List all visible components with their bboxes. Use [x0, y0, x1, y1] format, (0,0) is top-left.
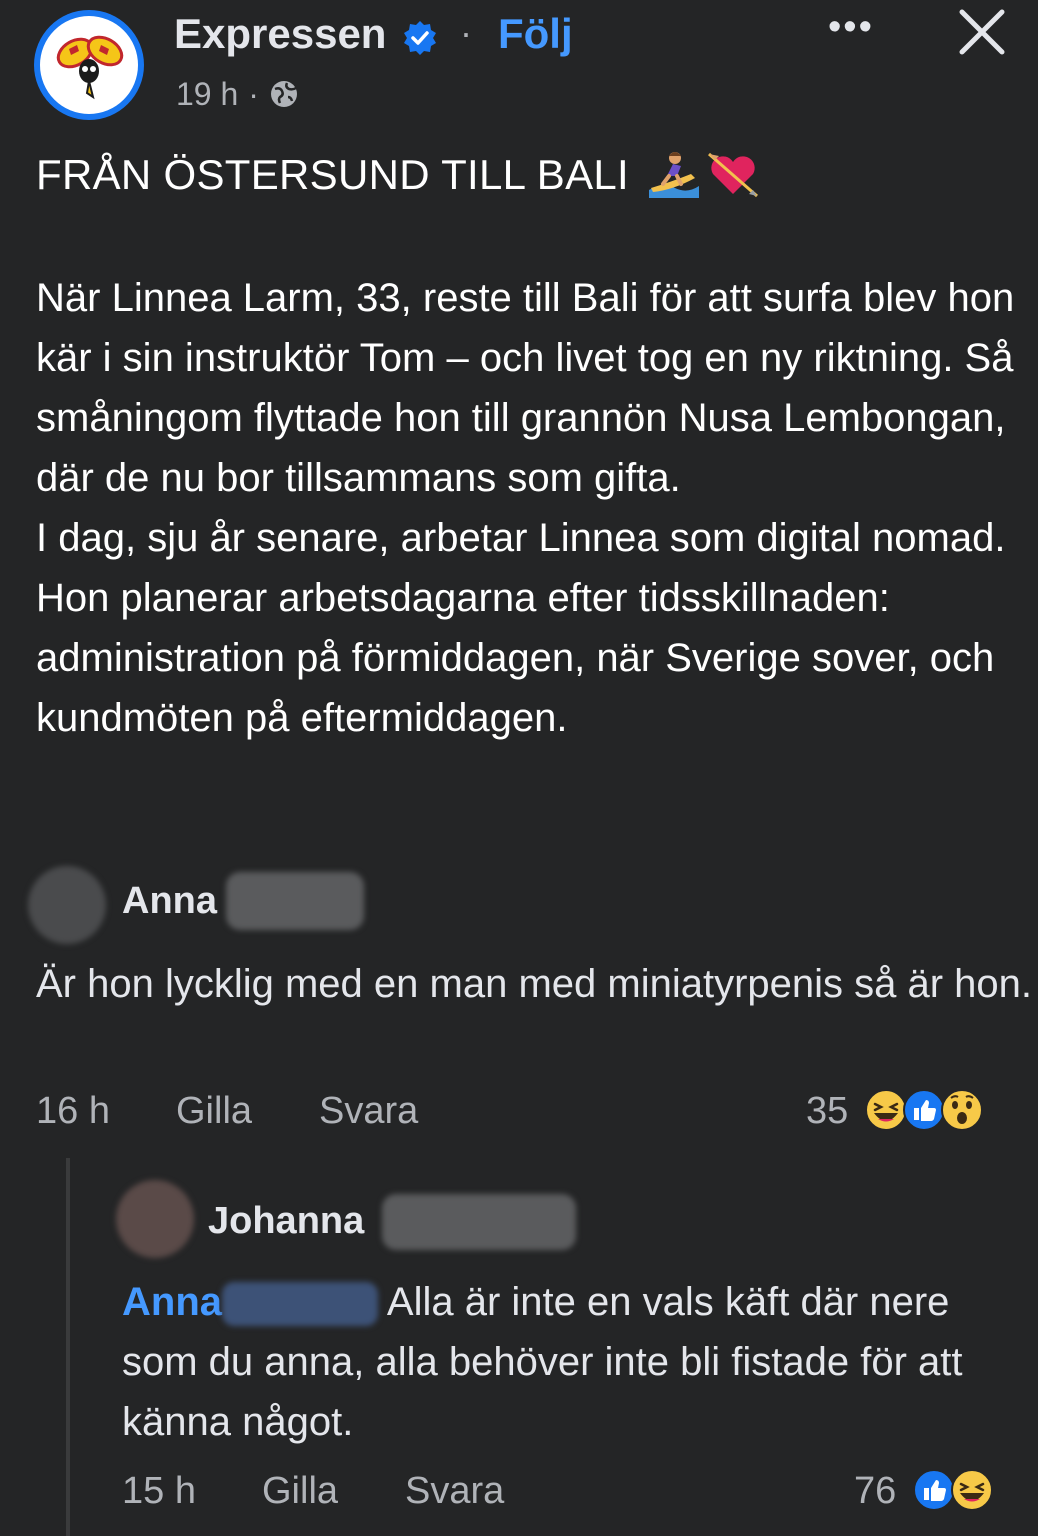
like-button[interactable]: Gilla — [262, 1470, 405, 1513]
redacted-mention-surname — [222, 1282, 378, 1327]
reply-avatar[interactable] — [116, 1180, 194, 1258]
reply-button[interactable]: Svara — [319, 1090, 418, 1133]
wow-reaction-icon — [941, 1089, 983, 1131]
expressen-wasp-logo — [40, 16, 138, 114]
follow-button[interactable]: Följ — [498, 10, 573, 58]
time-separator: · — [248, 75, 259, 112]
reply-actions: 15 h Gilla Svara — [122, 1470, 504, 1513]
post-paragraph-1: När Linnea Larm, 33, reste till Bali för… — [36, 276, 1015, 500]
facebook-post-view: Expressen · Följ ••• 19 h · FRÅN ÖSTERSU… — [0, 0, 1038, 1536]
comment-text: Är hon lycklig med en man med miniatyrpe… — [36, 962, 1033, 1006]
surfer-emoji-icon — [649, 152, 700, 198]
reply-author-name[interactable]: Johanna — [208, 1200, 364, 1243]
reaction-count[interactable]: 35 — [806, 1090, 848, 1133]
verified-badge-icon — [404, 21, 436, 55]
comment-author-name[interactable]: Anna — [122, 880, 217, 923]
post-time[interactable]: 19 h — [176, 76, 238, 113]
redacted-surname — [382, 1194, 576, 1250]
heart-with-arrow-emoji-icon — [708, 152, 759, 198]
post-paragraph-2: I dag, sju år senare, arbetar Linnea som… — [36, 516, 1006, 740]
like-button[interactable]: Gilla — [176, 1090, 319, 1133]
reply-text: Anna Alla är inte en vals käft där nere … — [122, 1272, 1034, 1452]
reply-thread-line — [66, 1158, 70, 1536]
close-icon[interactable] — [956, 6, 1008, 58]
reaction-icons[interactable] — [912, 1468, 994, 1512]
post-headline: FRÅN ÖSTERSUND TILL BALI — [36, 150, 761, 200]
page-name-link[interactable]: Expressen — [174, 10, 386, 58]
post-header: Expressen · Följ ••• 19 h · — [0, 0, 1038, 130]
redacted-surname — [226, 872, 364, 930]
headline-text: FRÅN ÖSTERSUND TILL BALI — [36, 151, 630, 198]
comment-avatar[interactable] — [28, 866, 106, 944]
mention-link[interactable]: Anna — [122, 1280, 222, 1324]
reaction-count[interactable]: 76 — [854, 1470, 896, 1513]
globe-icon — [270, 81, 297, 107]
more-options-button[interactable]: ••• — [828, 6, 874, 49]
page-avatar[interactable] — [34, 10, 144, 120]
comment-actions: 16 h Gilla Svara — [36, 1090, 418, 1133]
haha-reaction-icon — [951, 1469, 993, 1511]
header-separator: · — [460, 12, 472, 53]
post-body: När Linnea Larm, 33, reste till Bali för… — [36, 268, 1016, 748]
wasp-logo-icon — [56, 35, 124, 100]
reply-time[interactable]: 15 h — [122, 1470, 262, 1513]
reply-button[interactable]: Svara — [405, 1470, 504, 1513]
comment-time[interactable]: 16 h — [36, 1090, 176, 1133]
headline-emojis — [645, 150, 761, 200]
post-meta: 19 h · — [176, 72, 299, 116]
reaction-icons[interactable] — [864, 1088, 984, 1132]
